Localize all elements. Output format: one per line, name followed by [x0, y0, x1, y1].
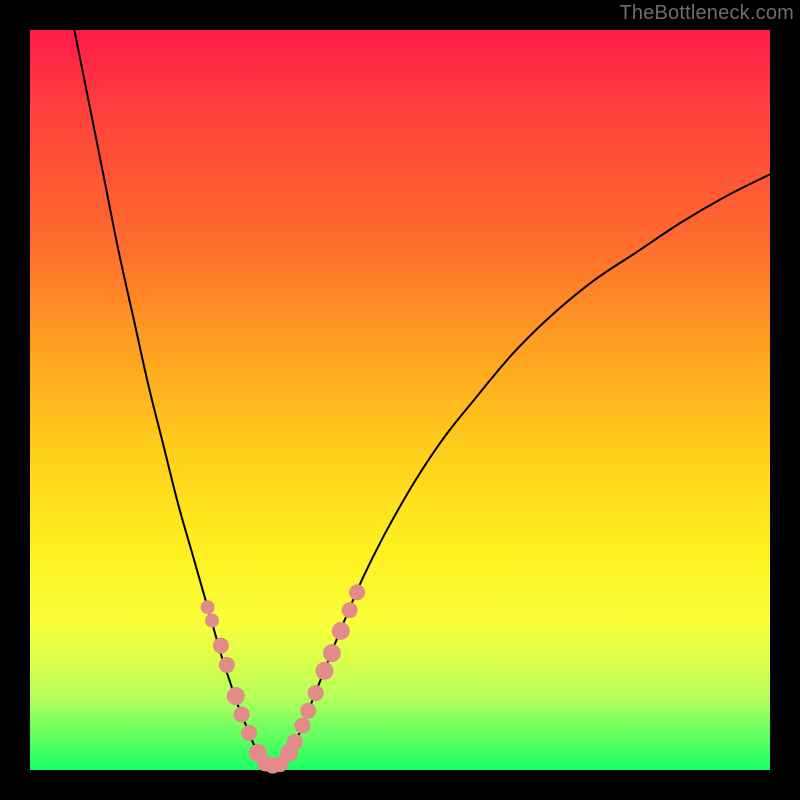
marker-dot [316, 662, 334, 680]
watermark-text: TheBottleneck.com [619, 2, 794, 25]
marker-dot [201, 600, 215, 614]
marker-dot [342, 602, 358, 618]
marker-dot [234, 707, 250, 723]
marker-dot [349, 584, 365, 600]
chart-stage: TheBottleneck.com [0, 0, 800, 800]
marker-dot [241, 725, 257, 741]
marker-dot [227, 687, 245, 705]
marker-dot [219, 657, 235, 673]
marker-dot [308, 685, 324, 701]
marker-dot [332, 622, 350, 640]
chart-svg [0, 0, 800, 800]
marker-dot [294, 718, 310, 734]
curve-right-curve [282, 174, 770, 765]
marker-dot [213, 638, 229, 654]
marker-dot [323, 644, 341, 662]
marker-dot [205, 614, 219, 628]
curve-left-curve [74, 30, 266, 766]
marker-dot [300, 703, 316, 719]
marker-dot [287, 734, 303, 750]
